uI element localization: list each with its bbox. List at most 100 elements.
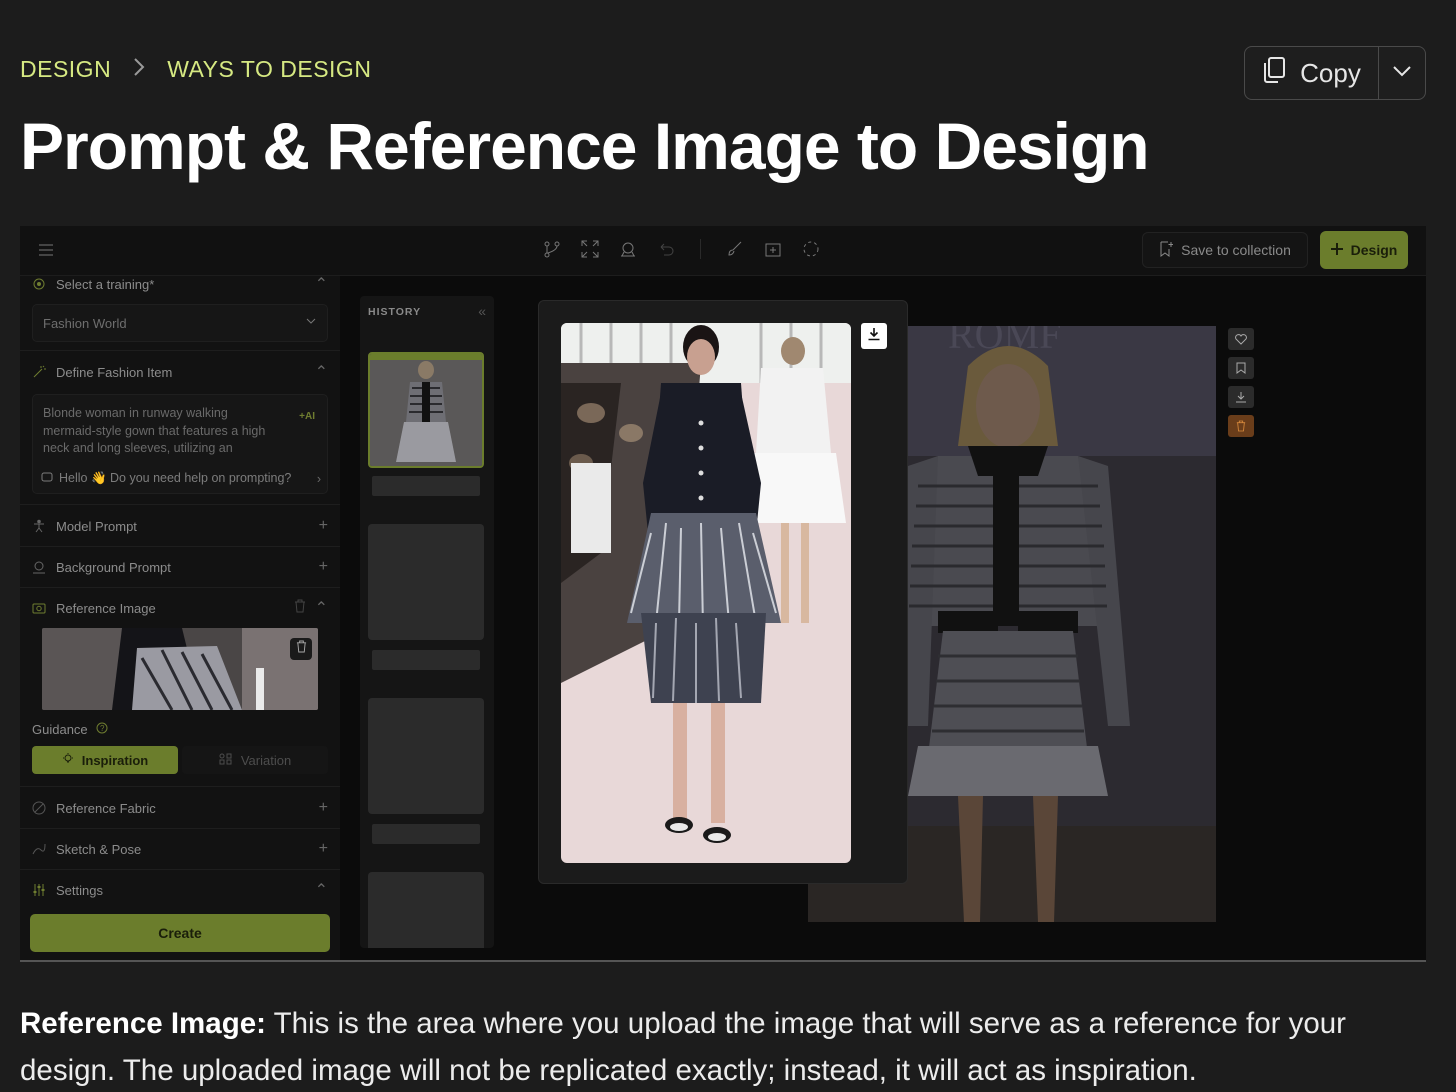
divider [20, 786, 340, 787]
delete-reference-button[interactable] [290, 638, 312, 660]
ai-enhance-button[interactable]: +AI [299, 411, 315, 422]
left-panel: Select a training* ⌃ Fashion World Defin… [20, 274, 340, 960]
divider [20, 869, 340, 870]
plus-icon [1330, 242, 1343, 258]
save-label: Save to collection [1181, 242, 1291, 258]
copy-dropdown-button[interactable] [1379, 47, 1425, 99]
prompt-helper[interactable]: Hello 👋 Do you need help on prompting? › [41, 471, 321, 486]
design-button[interactable]: Design [1320, 231, 1408, 269]
shapes-icon [219, 753, 233, 768]
section-model-prompt[interactable]: Model Prompt + [32, 517, 328, 535]
copy-icon [1262, 56, 1286, 91]
bookmark-add-icon [1159, 241, 1174, 260]
create-button[interactable]: Create [30, 914, 330, 952]
frame-icon[interactable] [763, 239, 783, 259]
chevron-up-icon[interactable]: ⌃ [315, 274, 328, 294]
brain-icon[interactable] [618, 239, 638, 259]
plus-icon[interactable]: + [319, 558, 328, 576]
training-label: Select a training* [56, 276, 155, 292]
copy-button[interactable]: Copy [1245, 47, 1379, 99]
training-select[interactable]: Fashion World [32, 304, 328, 342]
page-title: Prompt & Reference Image to Design [20, 109, 1150, 183]
divider [20, 828, 340, 829]
chevron-right-icon: › [316, 471, 321, 486]
download-button[interactable] [861, 323, 887, 349]
history-item-active[interactable] [368, 352, 484, 468]
history-item[interactable] [368, 872, 484, 948]
history-item[interactable] [368, 698, 484, 814]
chevron-up-icon[interactable]: ⌃ [315, 598, 328, 618]
brush-icon[interactable] [725, 239, 745, 259]
plus-icon[interactable]: + [319, 799, 328, 817]
save-to-collection-button[interactable]: Save to collection [1142, 232, 1308, 268]
history-item-placeholder [372, 476, 480, 496]
plus-icon[interactable]: + [319, 840, 328, 858]
divider [20, 546, 340, 547]
training-value: Fashion World [43, 315, 127, 331]
design-label: Design [1350, 242, 1398, 258]
history-item-placeholder [372, 824, 480, 844]
heart-icon[interactable] [1228, 328, 1254, 350]
select-icon[interactable] [801, 239, 821, 259]
caption: Reference Image: This is the area where … [20, 1000, 1430, 1092]
section-sketch-pose[interactable]: Sketch & Pose + [32, 840, 328, 858]
section-reference-image[interactable]: Reference Image ⌃ [32, 598, 328, 618]
section-define-fashion-item[interactable]: Define Fashion Item ⌃ [32, 362, 328, 382]
help-icon[interactable]: ? [96, 722, 108, 737]
chevron-up-icon[interactable]: ⌃ [315, 362, 328, 382]
define-label: Define Fashion Item [56, 364, 173, 380]
bookmark-icon[interactable] [1228, 357, 1254, 379]
person-icon [32, 519, 46, 533]
svg-text:?: ? [100, 724, 105, 733]
fabric-icon [32, 801, 46, 815]
breadcrumb-design[interactable]: DESIGN [20, 56, 111, 83]
toolbar-divider [700, 239, 701, 259]
helper-text: Hello 👋 Do you need help on prompting? [59, 471, 292, 485]
reference-fabric-label: Reference Fabric [56, 800, 156, 816]
app-topbar: Save to collection Design [20, 226, 1426, 276]
caption-bold: Reference Image: [20, 1007, 266, 1040]
section-settings[interactable]: Settings ⌃ [32, 880, 328, 900]
variation-toggle[interactable]: Variation [182, 746, 328, 774]
fashion-item-textarea[interactable]: Blonde woman in runway walking mermaid-s… [32, 394, 328, 494]
copy-button-group: Copy [1244, 46, 1426, 100]
breadcrumb-ways-to-design[interactable]: WAYS TO DESIGN [167, 56, 371, 83]
wand-icon [32, 365, 46, 379]
branch-icon[interactable] [542, 239, 562, 259]
history-item[interactable] [368, 524, 484, 640]
variation-label: Variation [240, 752, 292, 768]
history-panel: HISTORY « [360, 296, 494, 948]
download-icon[interactable] [1228, 386, 1254, 408]
toolbar [542, 239, 821, 259]
guidance-label: Guidance [32, 722, 88, 737]
background-prompt-label: Background Prompt [56, 559, 171, 575]
trash-icon[interactable] [294, 599, 306, 618]
section-select-training[interactable]: Select a training* ⌃ [32, 274, 328, 294]
camera-icon [32, 601, 46, 615]
chevron-up-icon[interactable]: ⌃ [315, 880, 328, 900]
app-screenshot: Save to collection Design Select a train… [20, 226, 1426, 962]
sliders-icon [32, 883, 46, 897]
reference-image-label: Reference Image [56, 600, 156, 616]
chevron-right-icon [133, 57, 145, 83]
lightbulb-icon [62, 752, 74, 768]
guidance-label-row: Guidance ? [32, 722, 108, 737]
settings-label: Settings [56, 882, 103, 898]
plus-icon[interactable]: + [319, 517, 328, 535]
expand-icon[interactable] [580, 239, 600, 259]
menu-icon[interactable] [38, 243, 54, 262]
background-icon [32, 560, 46, 574]
collapse-icon[interactable]: « [478, 303, 486, 319]
section-reference-fabric[interactable]: Reference Fabric + [32, 799, 328, 817]
training-icon [32, 277, 46, 291]
fashion-item-text: Blonde woman in runway walking mermaid-s… [43, 406, 266, 455]
sketch-pose-label: Sketch & Pose [56, 841, 142, 857]
chevron-down-icon [305, 315, 317, 330]
copy-label: Copy [1300, 57, 1361, 88]
inspiration-toggle[interactable]: Inspiration [32, 746, 178, 774]
undo-icon[interactable] [656, 239, 676, 259]
history-item-placeholder [372, 650, 480, 670]
trash-icon[interactable] [1228, 415, 1254, 437]
divider [20, 587, 340, 588]
section-background-prompt[interactable]: Background Prompt + [32, 558, 328, 576]
